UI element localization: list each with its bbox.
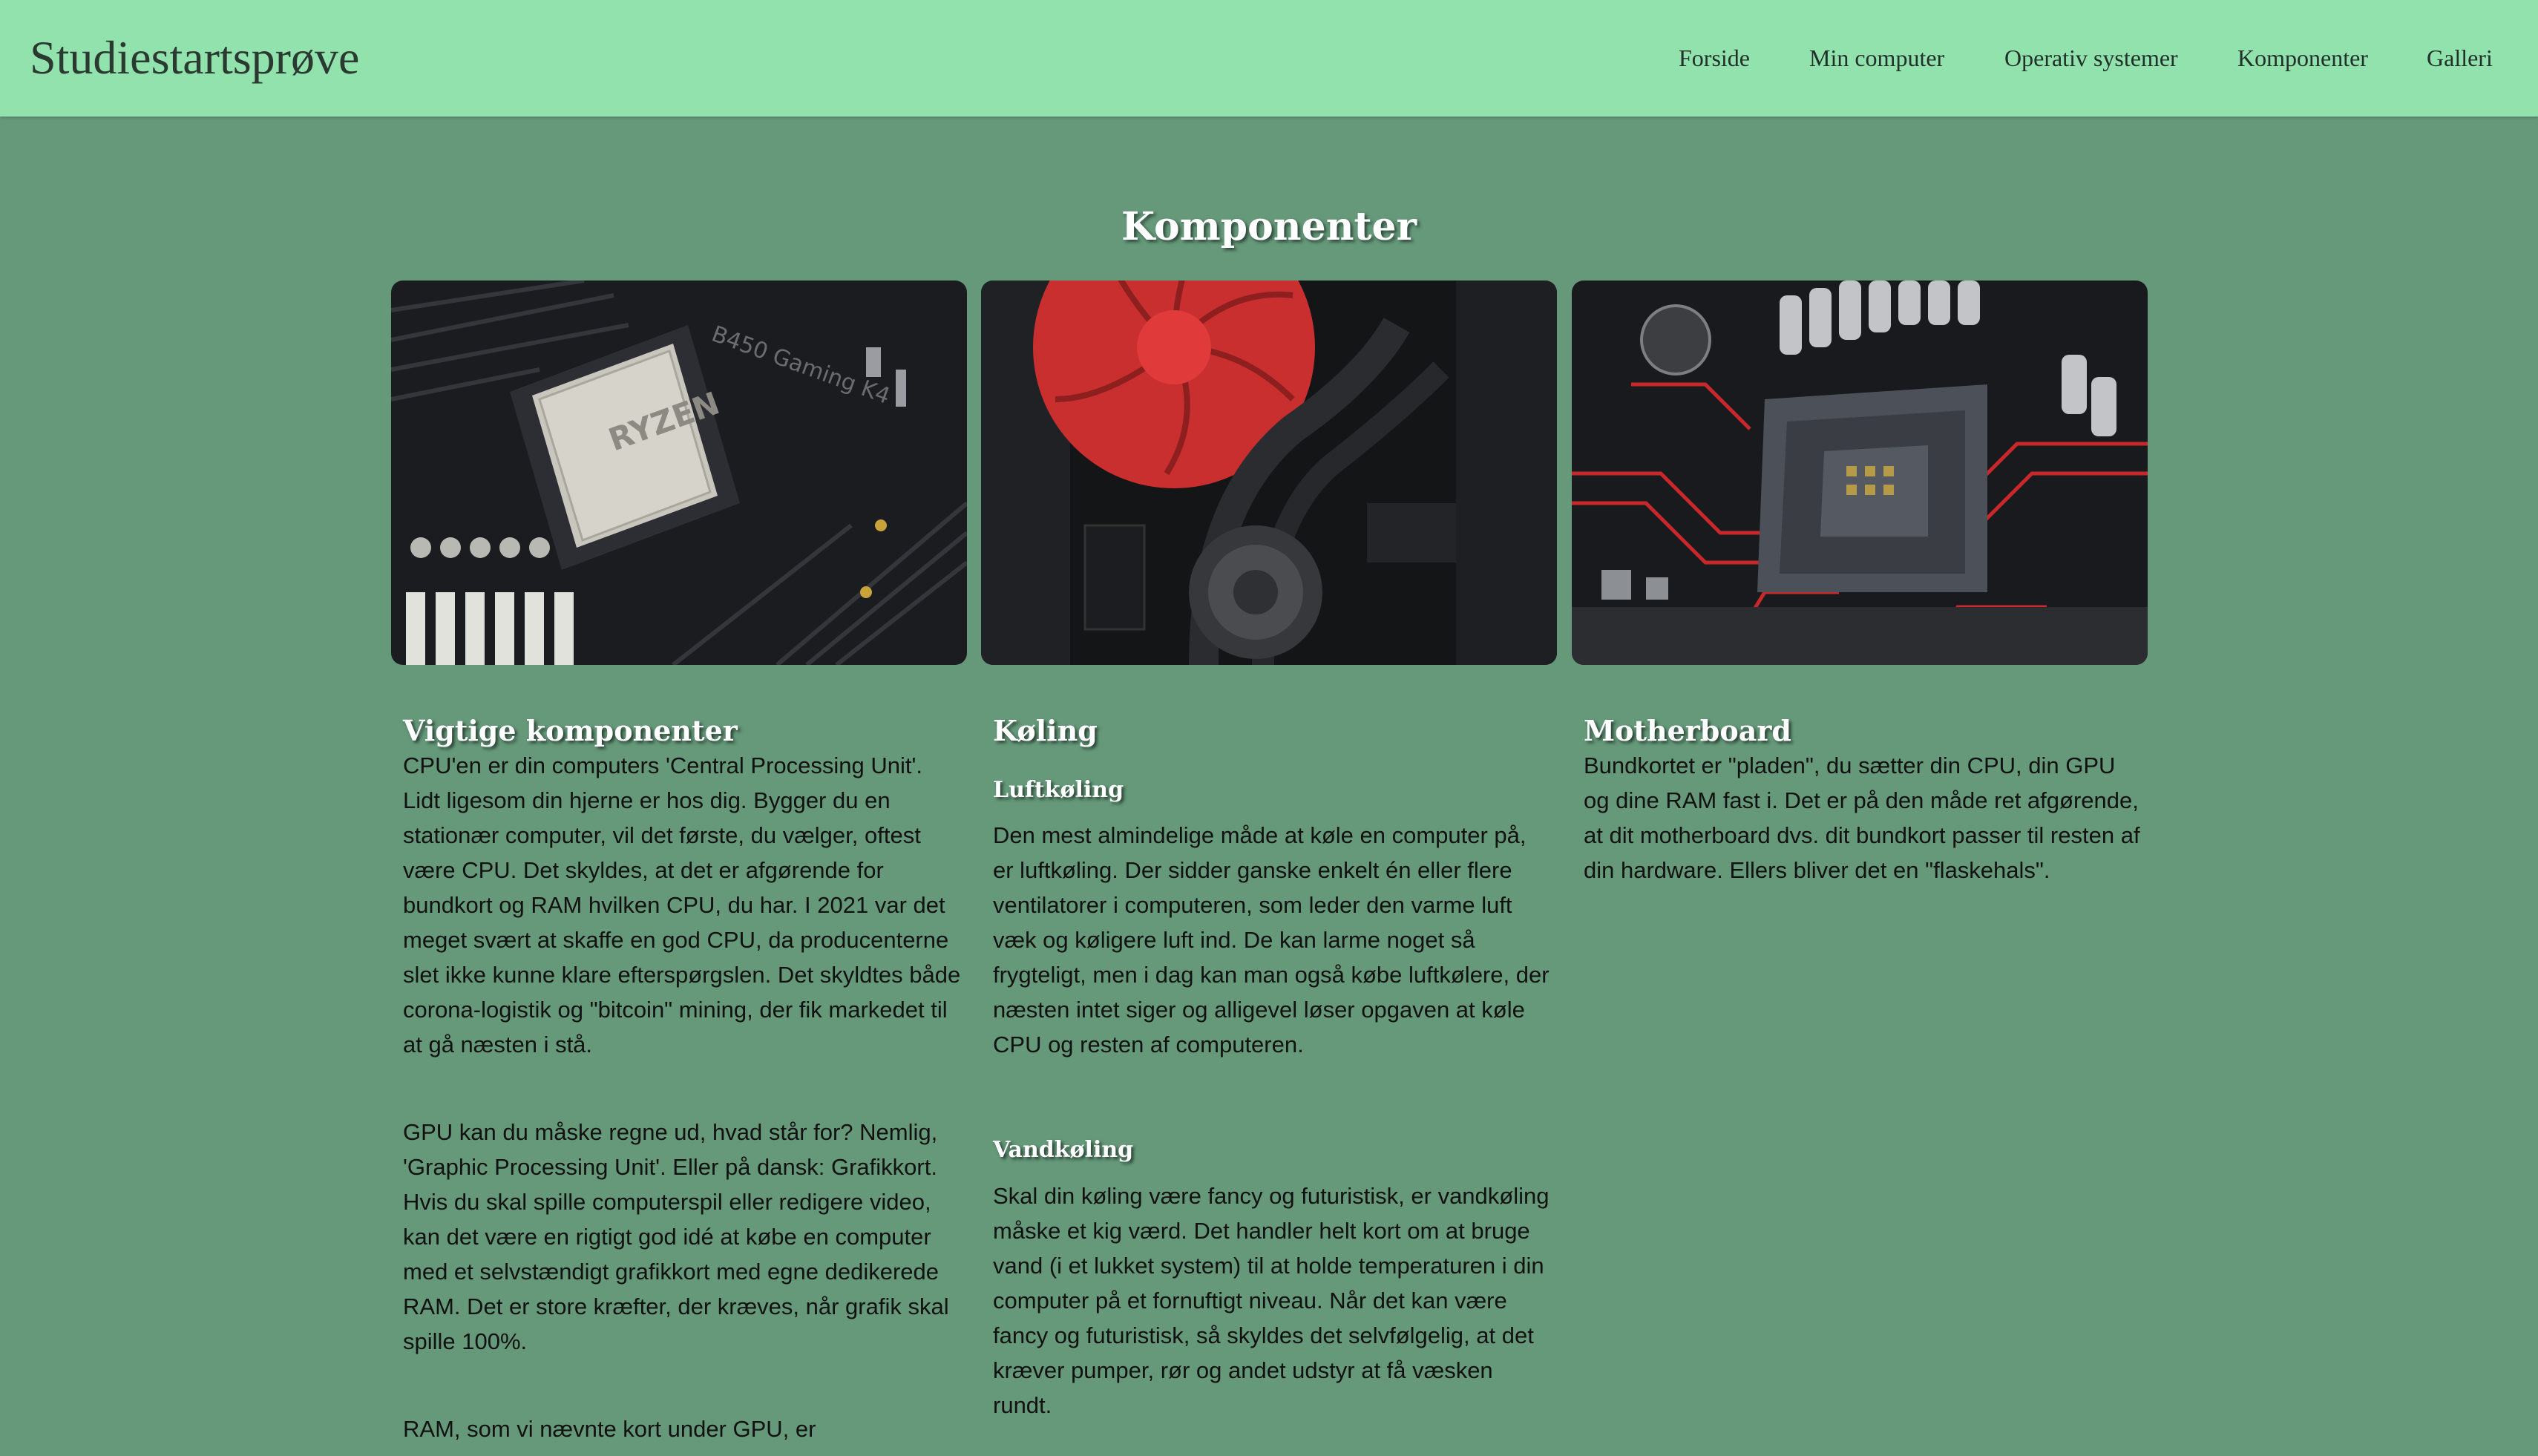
paragraph-ram: RAM, som vi nævnte kort under GPU, er — [403, 1416, 816, 1442]
nav-link-forside[interactable]: Forside — [1679, 43, 1750, 73]
paragraph-vandkoling: Skal din køling være fancy og futuristis… — [993, 1183, 1550, 1418]
section-title-motherboard: Motherboard — [1584, 713, 1791, 747]
paragraph-motherboard: Bundkortet er "pladen", du sætter din CP… — [1584, 752, 2140, 883]
motherboard-image — [1572, 281, 2148, 665]
subheading-luftkoling: Luftkøling — [993, 777, 1124, 803]
site-brand[interactable]: Studiestartsprøve — [30, 30, 359, 86]
nav-link-operativ-systemer[interactable]: Operativ systemer — [2004, 43, 2178, 73]
subheading-vandkoling: Vandkøling — [993, 1137, 1134, 1163]
paragraph-luftkoling: Den mest almindelige måde at køle en com… — [993, 822, 1550, 1057]
page-title: Komponenter — [1121, 203, 1417, 249]
section-title-koling: Køling — [993, 713, 1098, 747]
cpu-image: RYZEN B450 Gaming K4 — [391, 281, 967, 665]
cooling-image — [981, 281, 1557, 665]
paragraph-gpu: GPU kan du måske regne ud, hvad står for… — [403, 1119, 949, 1354]
top-navbar: Studiestartsprøve Forside Min computer O… — [0, 0, 2538, 117]
nav-link-min-computer[interactable]: Min computer — [1809, 43, 1944, 73]
card-koling: Køling Luftkøling Den mest almindelige m… — [981, 281, 1557, 1418]
nav-link-komponenter[interactable]: Komponenter — [2237, 43, 2368, 73]
paragraph-cpu: CPU'en er din computers 'Central Process… — [403, 752, 961, 1057]
section-title-vigtige: Vigtige komponenter — [403, 713, 738, 747]
card-vigtige-komponenter: RYZEN B450 Gaming K4 Vigtige komponenter… — [391, 281, 967, 1442]
nav-link-galleri[interactable]: Galleri — [2427, 43, 2493, 73]
card-motherboard: Motherboard Bundkortet er "pladen", du s… — [1572, 281, 2148, 883]
